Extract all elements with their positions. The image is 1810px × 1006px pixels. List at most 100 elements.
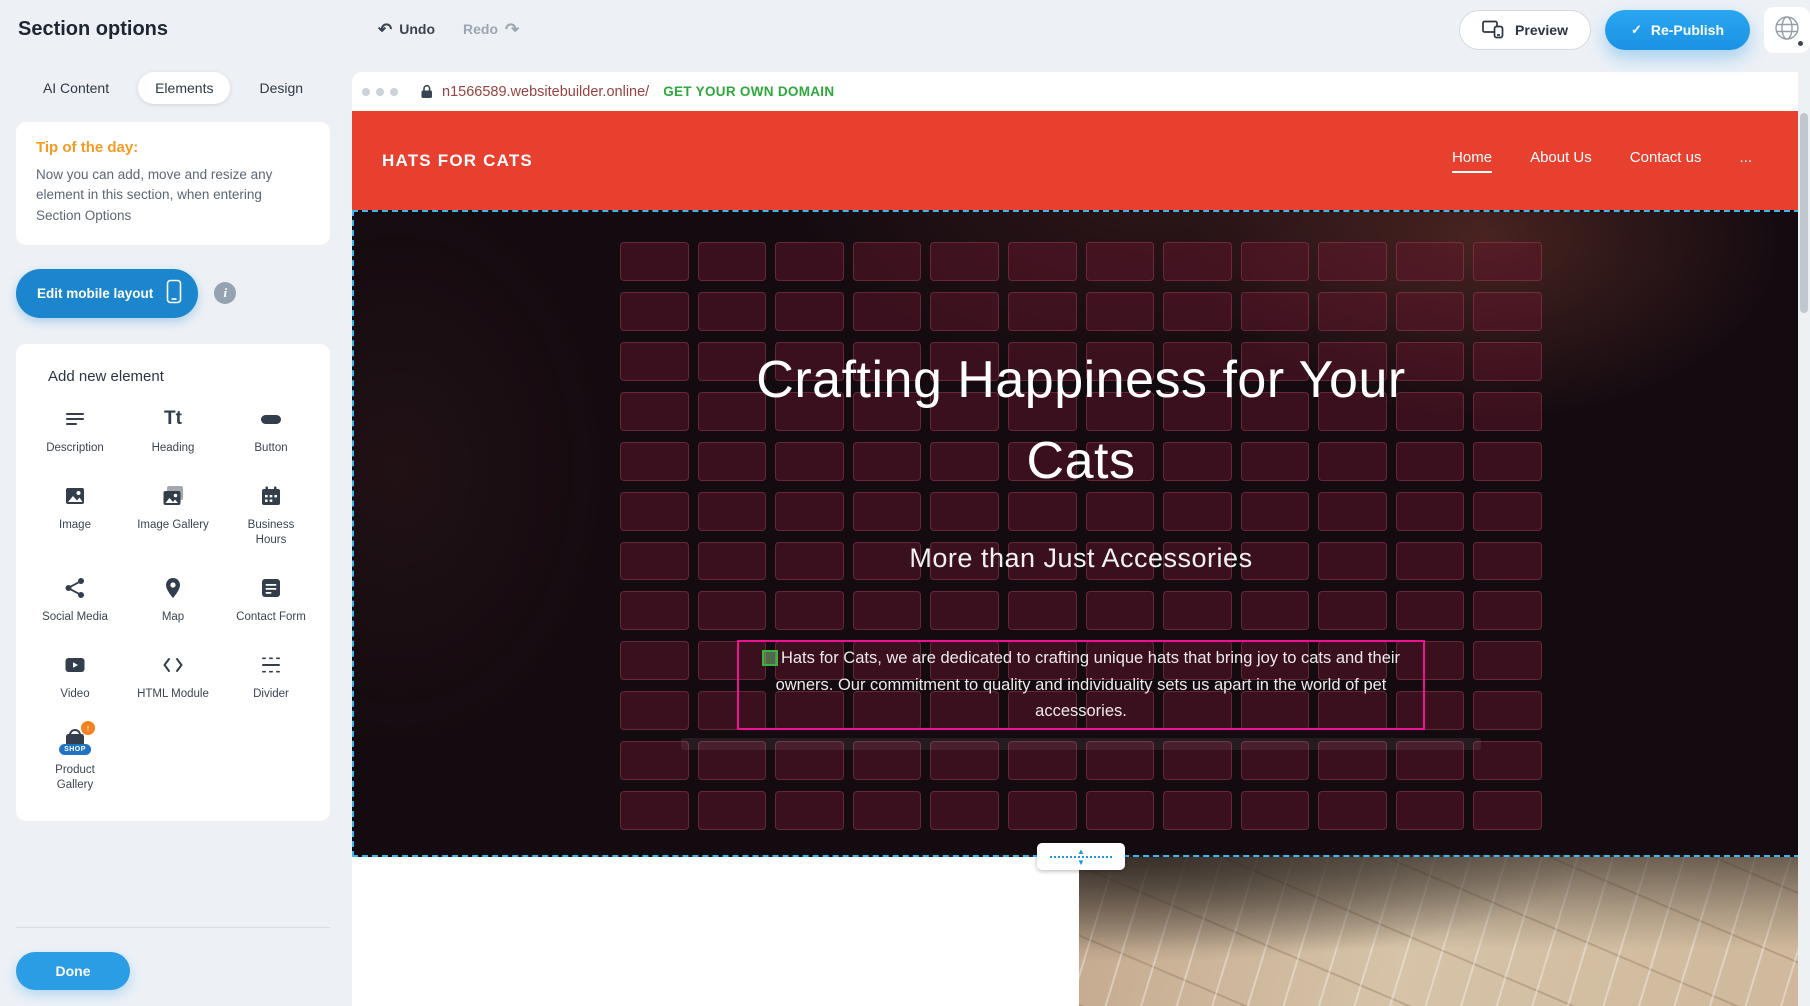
language-globe-button[interactable]	[1764, 7, 1810, 53]
hero-tile	[1396, 791, 1465, 830]
hero-tile	[1241, 791, 1310, 830]
hero-tile	[1396, 442, 1465, 481]
hero-tile	[1008, 791, 1077, 830]
globe-notification-dot	[1798, 41, 1803, 46]
sidebar-tabs: AI Content Elements Design	[16, 72, 330, 104]
heading-icon: Tt	[164, 405, 182, 433]
textbox-hover-bar	[681, 738, 1481, 750]
section-resize-handle[interactable]: ▲ ▼	[1037, 843, 1125, 870]
hero-tile	[1473, 492, 1542, 531]
hero-tile	[1473, 741, 1542, 780]
hero-tile	[853, 791, 922, 830]
devices-icon	[1482, 19, 1505, 42]
hero-tile	[1086, 791, 1155, 830]
element-divider[interactable]: Divider	[222, 651, 320, 702]
element-map[interactable]: Map	[124, 574, 222, 625]
hero-tile	[698, 242, 767, 281]
hero-tile	[1008, 292, 1077, 331]
info-icon[interactable]: i	[214, 282, 236, 304]
window-dot	[390, 88, 398, 96]
element-description[interactable]: Description	[26, 405, 124, 456]
element-html-module[interactable]: HTML Module	[124, 651, 222, 702]
hero-tile	[853, 242, 922, 281]
product-gallery-icon: SHOP ↑	[56, 727, 94, 755]
next-section[interactable]	[352, 857, 1810, 1006]
element-grid: Description Tt Heading Button	[26, 405, 320, 794]
hero-tile	[698, 791, 767, 830]
tab-elements[interactable]: Elements	[138, 72, 230, 104]
hero-tile	[1473, 691, 1542, 730]
hero-tile	[620, 691, 689, 730]
element-drag-handle[interactable]	[762, 650, 778, 666]
element-product-gallery[interactable]: SHOP ↑ Product Gallery	[26, 727, 124, 793]
hero-subtitle[interactable]: More than Just Accessories	[354, 543, 1808, 574]
hero-tile	[1008, 242, 1077, 281]
hero-title[interactable]: Crafting Happiness for Your Cats	[756, 340, 1406, 502]
hero-tile	[775, 591, 844, 630]
html-module-icon	[161, 651, 185, 679]
hero-tile	[775, 292, 844, 331]
history-controls: ↶ Undo Redo ↷	[378, 0, 519, 58]
hero-tile	[930, 292, 999, 331]
paving-photo	[1079, 857, 1810, 1006]
hero-section-selected[interactable]: Crafting Happiness for Your Cats More th…	[352, 210, 1810, 857]
sidebar: AI Content Elements Design Tip of the da…	[0, 58, 346, 1006]
hero-tile	[1396, 392, 1465, 431]
nav-item-about[interactable]: About Us	[1530, 149, 1592, 173]
republish-button[interactable]: ✓ Re-Publish	[1605, 10, 1750, 50]
hero-tile	[1473, 392, 1542, 431]
element-video[interactable]: Video	[26, 651, 124, 702]
undo-button[interactable]: ↶ Undo	[378, 21, 435, 38]
window-dots	[362, 88, 398, 96]
tab-design[interactable]: Design	[242, 72, 320, 104]
element-button[interactable]: Button	[222, 405, 320, 456]
button-icon	[259, 405, 283, 433]
sidebar-divider	[16, 927, 330, 928]
nav-more-icon[interactable]: ...	[1739, 149, 1752, 173]
hero-tile	[1086, 242, 1155, 281]
hero-tile	[620, 591, 689, 630]
get-domain-link[interactable]: GET YOUR OWN DOMAIN	[663, 84, 834, 99]
scrollbar-thumb[interactable]	[1800, 113, 1808, 313]
hero-paragraph[interactable]: Hats for Cats, we are dedicated to craft…	[776, 649, 1400, 720]
image-gallery-icon	[161, 482, 185, 510]
hero-tile	[1396, 591, 1465, 630]
done-button[interactable]: Done	[16, 952, 130, 990]
hero-tile	[1163, 791, 1232, 830]
hero-tile	[1318, 242, 1387, 281]
hero-tile	[698, 292, 767, 331]
site-url: n1566589.websitebuilder.online/	[442, 84, 649, 100]
preview-button[interactable]: Preview	[1459, 10, 1591, 50]
hero-tile	[620, 641, 689, 680]
element-social-media[interactable]: Social Media	[26, 574, 124, 625]
hero-tile	[1396, 292, 1465, 331]
hero-tile	[620, 392, 689, 431]
nav-item-contact[interactable]: Contact us	[1630, 149, 1702, 173]
edit-mobile-layout-button[interactable]: Edit mobile layout	[16, 269, 198, 318]
hero-tile	[930, 591, 999, 630]
hero-tile	[1008, 591, 1077, 630]
site-logo[interactable]: HATS FOR CATS	[382, 151, 533, 171]
site-preview-window: n1566589.websitebuilder.online/ GET YOUR…	[352, 72, 1810, 1006]
element-business-hours[interactable]: Business Hours	[222, 482, 320, 548]
element-heading[interactable]: Tt Heading	[124, 405, 222, 456]
redo-button[interactable]: Redo ↷	[463, 21, 519, 38]
hero-tile	[1396, 492, 1465, 531]
tab-ai-content[interactable]: AI Content	[26, 72, 126, 104]
social-media-icon	[63, 574, 87, 602]
hero-tile	[930, 791, 999, 830]
lock-icon	[420, 84, 433, 99]
site-nav: Home About Us Contact us ...	[1452, 149, 1752, 173]
add-element-title: Add new element	[26, 368, 320, 385]
contact-form-icon	[259, 574, 283, 602]
element-image-gallery[interactable]: Image Gallery	[124, 482, 222, 548]
hero-tile	[620, 791, 689, 830]
hero-paragraph-selection[interactable]: Hats for Cats, we are dedicated to craft…	[737, 640, 1425, 730]
window-dot	[362, 88, 370, 96]
element-contact-form[interactable]: Contact Form	[222, 574, 320, 625]
nav-item-home[interactable]: Home	[1452, 149, 1492, 173]
hero-tile	[1241, 292, 1310, 331]
element-image[interactable]: Image	[26, 482, 124, 548]
hero-tile	[1163, 292, 1232, 331]
hero-tile	[1163, 591, 1232, 630]
